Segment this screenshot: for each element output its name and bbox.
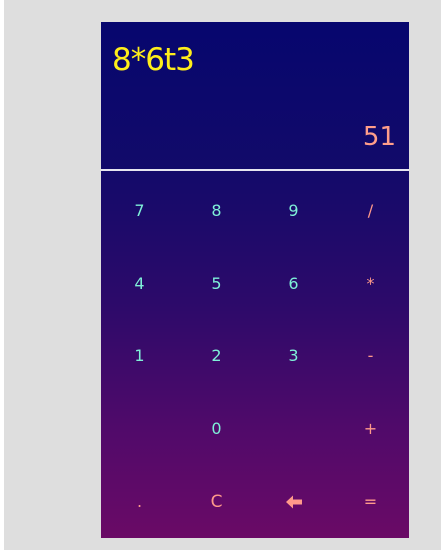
key-empty-left [101,392,178,465]
display-panel: 8*6t3 51 [101,22,409,170]
keypad: 7 8 9 / 4 5 6 * 1 2 3 - 0 + . C = [101,174,409,538]
calculator: 8*6t3 51 7 8 9 / 4 5 6 * 1 2 3 - 0 + . C [101,22,409,538]
backspace-button[interactable] [255,465,332,538]
key-minus[interactable]: - [332,320,409,393]
key-multiply[interactable]: * [332,247,409,320]
expression-display: 8*6t3 [112,42,195,78]
key-empty-right [255,392,332,465]
left-arrow-icon [285,495,302,509]
key-3[interactable]: 3 [255,320,332,393]
key-decimal[interactable]: . [101,465,178,538]
key-6[interactable]: 6 [255,247,332,320]
key-2[interactable]: 2 [178,320,255,393]
display-divider [101,169,409,171]
key-8[interactable]: 8 [178,174,255,247]
key-divide[interactable]: / [332,174,409,247]
window-frame: 8*6t3 51 7 8 9 / 4 5 6 * 1 2 3 - 0 + . C [4,0,441,550]
key-9[interactable]: 9 [255,174,332,247]
key-0[interactable]: 0 [178,392,255,465]
key-1[interactable]: 1 [101,320,178,393]
key-clear[interactable]: C [178,465,255,538]
key-7[interactable]: 7 [101,174,178,247]
key-plus[interactable]: + [332,392,409,465]
key-4[interactable]: 4 [101,247,178,320]
result-display: 51 [362,122,396,152]
key-equals[interactable]: = [332,465,409,538]
key-5[interactable]: 5 [178,247,255,320]
